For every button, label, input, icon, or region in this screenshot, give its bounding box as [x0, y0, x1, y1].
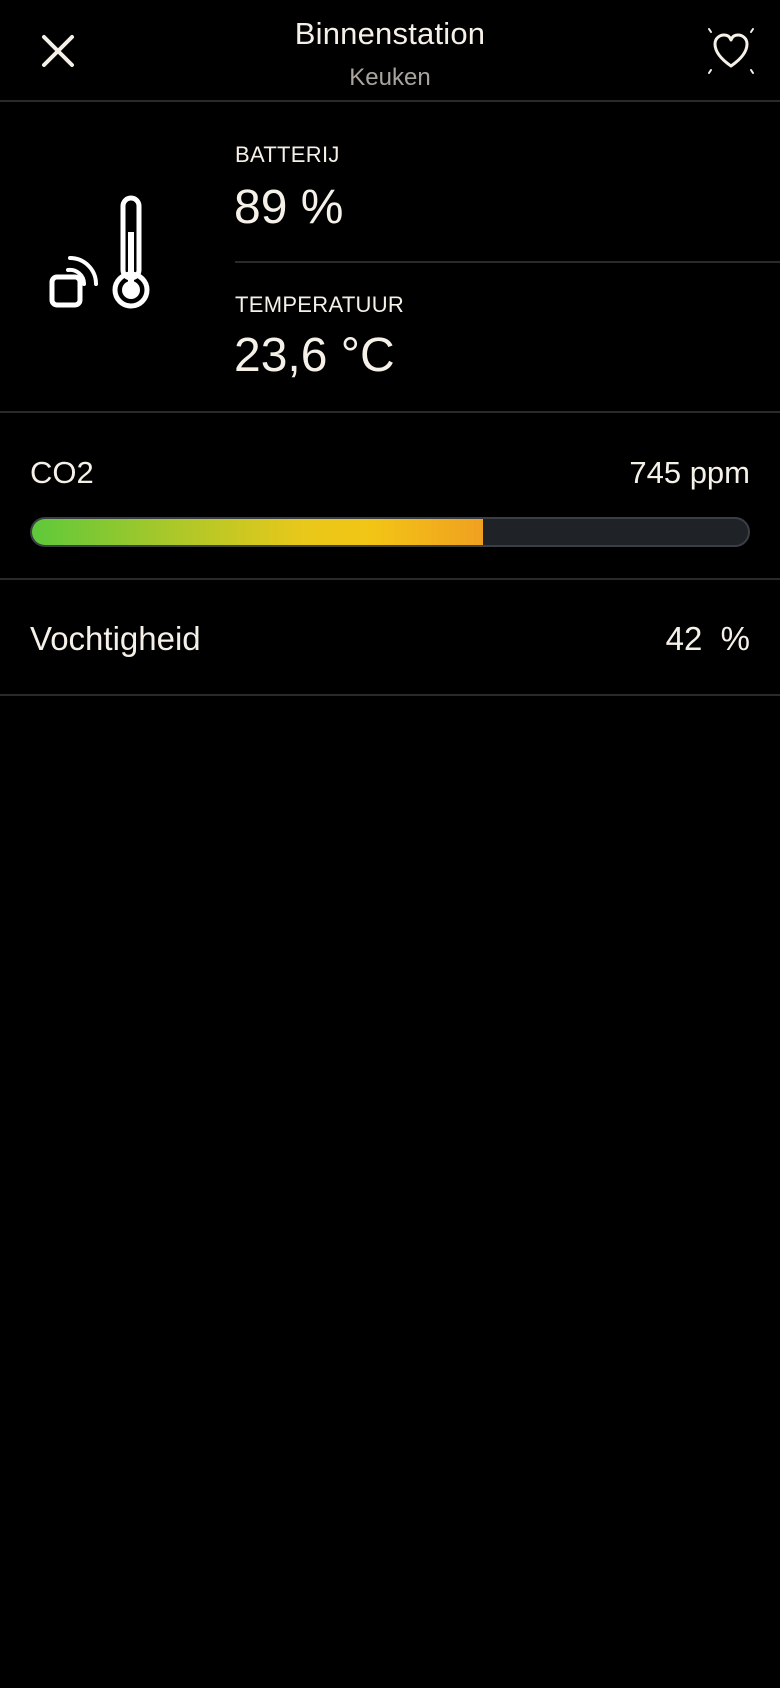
app-header: Binnenstation Keuken — [0, 0, 780, 102]
humidity-value: 42 % — [665, 620, 750, 657]
humidity-row[interactable]: Vochtigheid 42 % — [0, 580, 780, 696]
co2-level-fill — [32, 519, 484, 545]
device-summary: BATTERIJ 89 % TEMPERATUUR 23,6 °C — [0, 102, 780, 413]
page-subtitle: Keuken — [349, 64, 431, 91]
thermometer-wireless-icon — [49, 195, 150, 309]
co2-value: 745 ppm — [629, 455, 750, 490]
co2-label: CO2 — [30, 455, 94, 490]
page-title: Binnenstation — [294, 16, 486, 51]
humidity-label: Vochtigheid — [30, 620, 201, 657]
heart-sparkle-icon — [708, 28, 754, 74]
battery-label: BATTERIJ — [235, 142, 340, 167]
co2-row[interactable]: CO2 745 ppm — [0, 413, 780, 580]
divider — [235, 261, 780, 263]
temperature-value: 23,6 °C — [234, 329, 395, 382]
co2-level-bar — [30, 517, 750, 547]
temperature-label: TEMPERATUUR — [235, 292, 405, 317]
favorite-button[interactable] — [696, 18, 766, 84]
battery-value: 89 % — [234, 181, 344, 234]
